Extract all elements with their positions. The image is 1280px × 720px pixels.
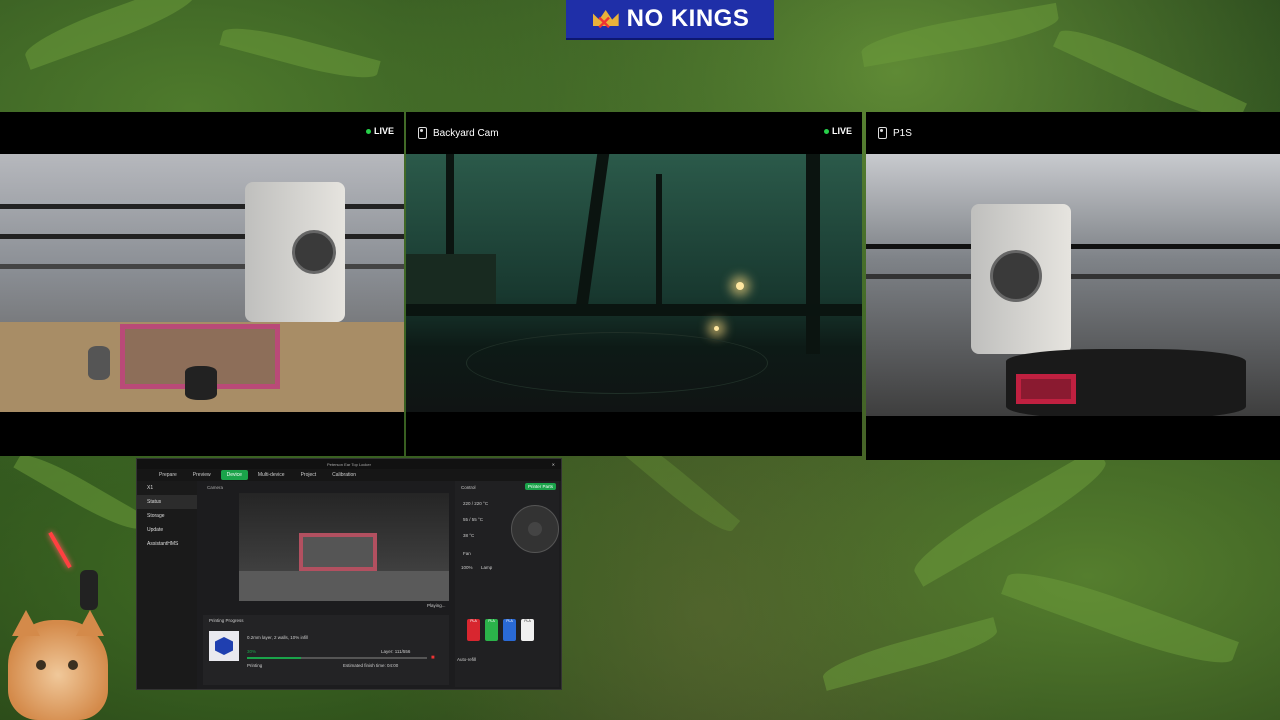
printing-progress-label: Printing Progress bbox=[209, 618, 244, 623]
live-label: LIVE bbox=[831, 126, 852, 136]
print-progress-panel: Printing Progress 0.2mm layer, 2 walls, … bbox=[203, 615, 449, 685]
live-dot-icon bbox=[823, 128, 829, 134]
tab-preview[interactable]: Preview bbox=[187, 470, 217, 480]
slot-label: PLA bbox=[488, 619, 495, 623]
live-dot-icon bbox=[365, 128, 371, 134]
sidebar-item-update[interactable]: Update bbox=[137, 523, 197, 537]
progress-percent: 30% bbox=[247, 649, 257, 654]
no-kings-banner: ✕ NO KINGS bbox=[566, 0, 774, 40]
sidebar-item-status[interactable]: Status bbox=[137, 495, 197, 509]
tab-calibration[interactable]: Calibration bbox=[326, 470, 362, 480]
control-panel: Control Printer Parts 220 / 220 °C 55 / … bbox=[455, 481, 559, 687]
crown-logo-icon: ✕ bbox=[591, 6, 621, 32]
cam-title-text: Backyard Cam bbox=[433, 127, 499, 139]
device-selector[interactable]: X1 bbox=[137, 481, 197, 495]
jog-pad[interactable] bbox=[511, 505, 559, 553]
live-indicator: LIVE bbox=[365, 126, 394, 136]
backyard-cam-panel: Backyard Cam LIVE bbox=[406, 112, 862, 456]
cam-title: P1S bbox=[878, 127, 912, 139]
printer-cam-panel: LIVE bbox=[0, 112, 404, 456]
eta-info: Estimated finish time: 04:00 bbox=[343, 663, 399, 668]
sidebar-item-assistant[interactable]: AssistantHMS bbox=[137, 537, 197, 551]
printer-parts-button[interactable]: Printer Parts bbox=[524, 483, 556, 490]
ams-slot-3[interactable]: PLA bbox=[503, 619, 516, 641]
tab-project[interactable]: Project bbox=[295, 470, 323, 480]
camera-label: Camera bbox=[207, 485, 224, 490]
live-label: LIVE bbox=[373, 126, 394, 136]
cam-header: P1S bbox=[866, 112, 1280, 154]
cam-title: Backyard Cam bbox=[418, 127, 499, 139]
live-indicator: LIVE bbox=[823, 126, 852, 136]
print-status: Printing bbox=[247, 663, 263, 668]
cat-overlay bbox=[0, 531, 120, 720]
camera-icon bbox=[878, 127, 887, 139]
cam-header: Backyard Cam LIVE bbox=[406, 112, 862, 154]
slot-label: PLA bbox=[506, 619, 513, 623]
device-sidebar: X1 Status Storage Update AssistantHMS bbox=[137, 481, 197, 689]
chamber-temp: 38 °C bbox=[463, 533, 475, 538]
cam-title-text: P1S bbox=[893, 127, 912, 139]
playing-status: Playing... bbox=[427, 603, 446, 608]
model-thumbnail bbox=[209, 631, 239, 661]
bambu-studio-window: Peterson Ear Top Locker ✕ Prepare Previe… bbox=[136, 458, 562, 690]
banner-text: NO KINGS bbox=[626, 5, 750, 32]
ams-slot-1[interactable]: PLA bbox=[467, 619, 480, 641]
bed-temp[interactable]: 55 / 55 °C bbox=[463, 517, 483, 522]
lamp-label[interactable]: Lamp bbox=[481, 565, 492, 570]
app-title: Peterson Ear Top Locker bbox=[327, 461, 371, 467]
stop-icon[interactable]: ■ bbox=[431, 655, 435, 661]
tab-multi-device[interactable]: Multi-device bbox=[252, 470, 291, 480]
fan-label[interactable]: Fan bbox=[463, 551, 471, 556]
progress-bar bbox=[247, 657, 427, 659]
ams-slot-2[interactable]: PLA bbox=[485, 619, 498, 641]
p1s-cam-feed bbox=[866, 154, 1280, 416]
cam-header: LIVE bbox=[0, 112, 404, 154]
layer-info: Layer: 111/556 bbox=[381, 649, 411, 654]
app-titlebar: Peterson Ear Top Locker ✕ bbox=[137, 459, 561, 469]
window-close-icon[interactable]: ✕ bbox=[552, 462, 555, 467]
camera-icon bbox=[418, 127, 427, 139]
ams-slot-4[interactable]: PLA bbox=[521, 619, 534, 641]
sidebar-item-storage[interactable]: Storage bbox=[137, 509, 197, 523]
speed-value[interactable]: 100% bbox=[461, 565, 473, 570]
backyard-cam-feed bbox=[406, 154, 862, 412]
p1s-cam-panel: P1S bbox=[866, 112, 1280, 460]
slot-label: PLA bbox=[524, 619, 531, 623]
auto-refill-label[interactable]: Auto-refill bbox=[457, 657, 476, 662]
nozzle-temp[interactable]: 220 / 220 °C bbox=[463, 501, 488, 506]
tab-prepare[interactable]: Prepare bbox=[153, 470, 183, 480]
app-tabs: Prepare Preview Device Multi-device Proj… bbox=[137, 469, 561, 481]
job-description: 0.2mm layer, 2 walls, 10% infill bbox=[247, 635, 309, 640]
printer-cam-feed bbox=[0, 154, 404, 412]
slot-label: PLA bbox=[470, 619, 477, 623]
printer-video[interactable] bbox=[239, 493, 449, 601]
tab-device[interactable]: Device bbox=[220, 470, 248, 480]
